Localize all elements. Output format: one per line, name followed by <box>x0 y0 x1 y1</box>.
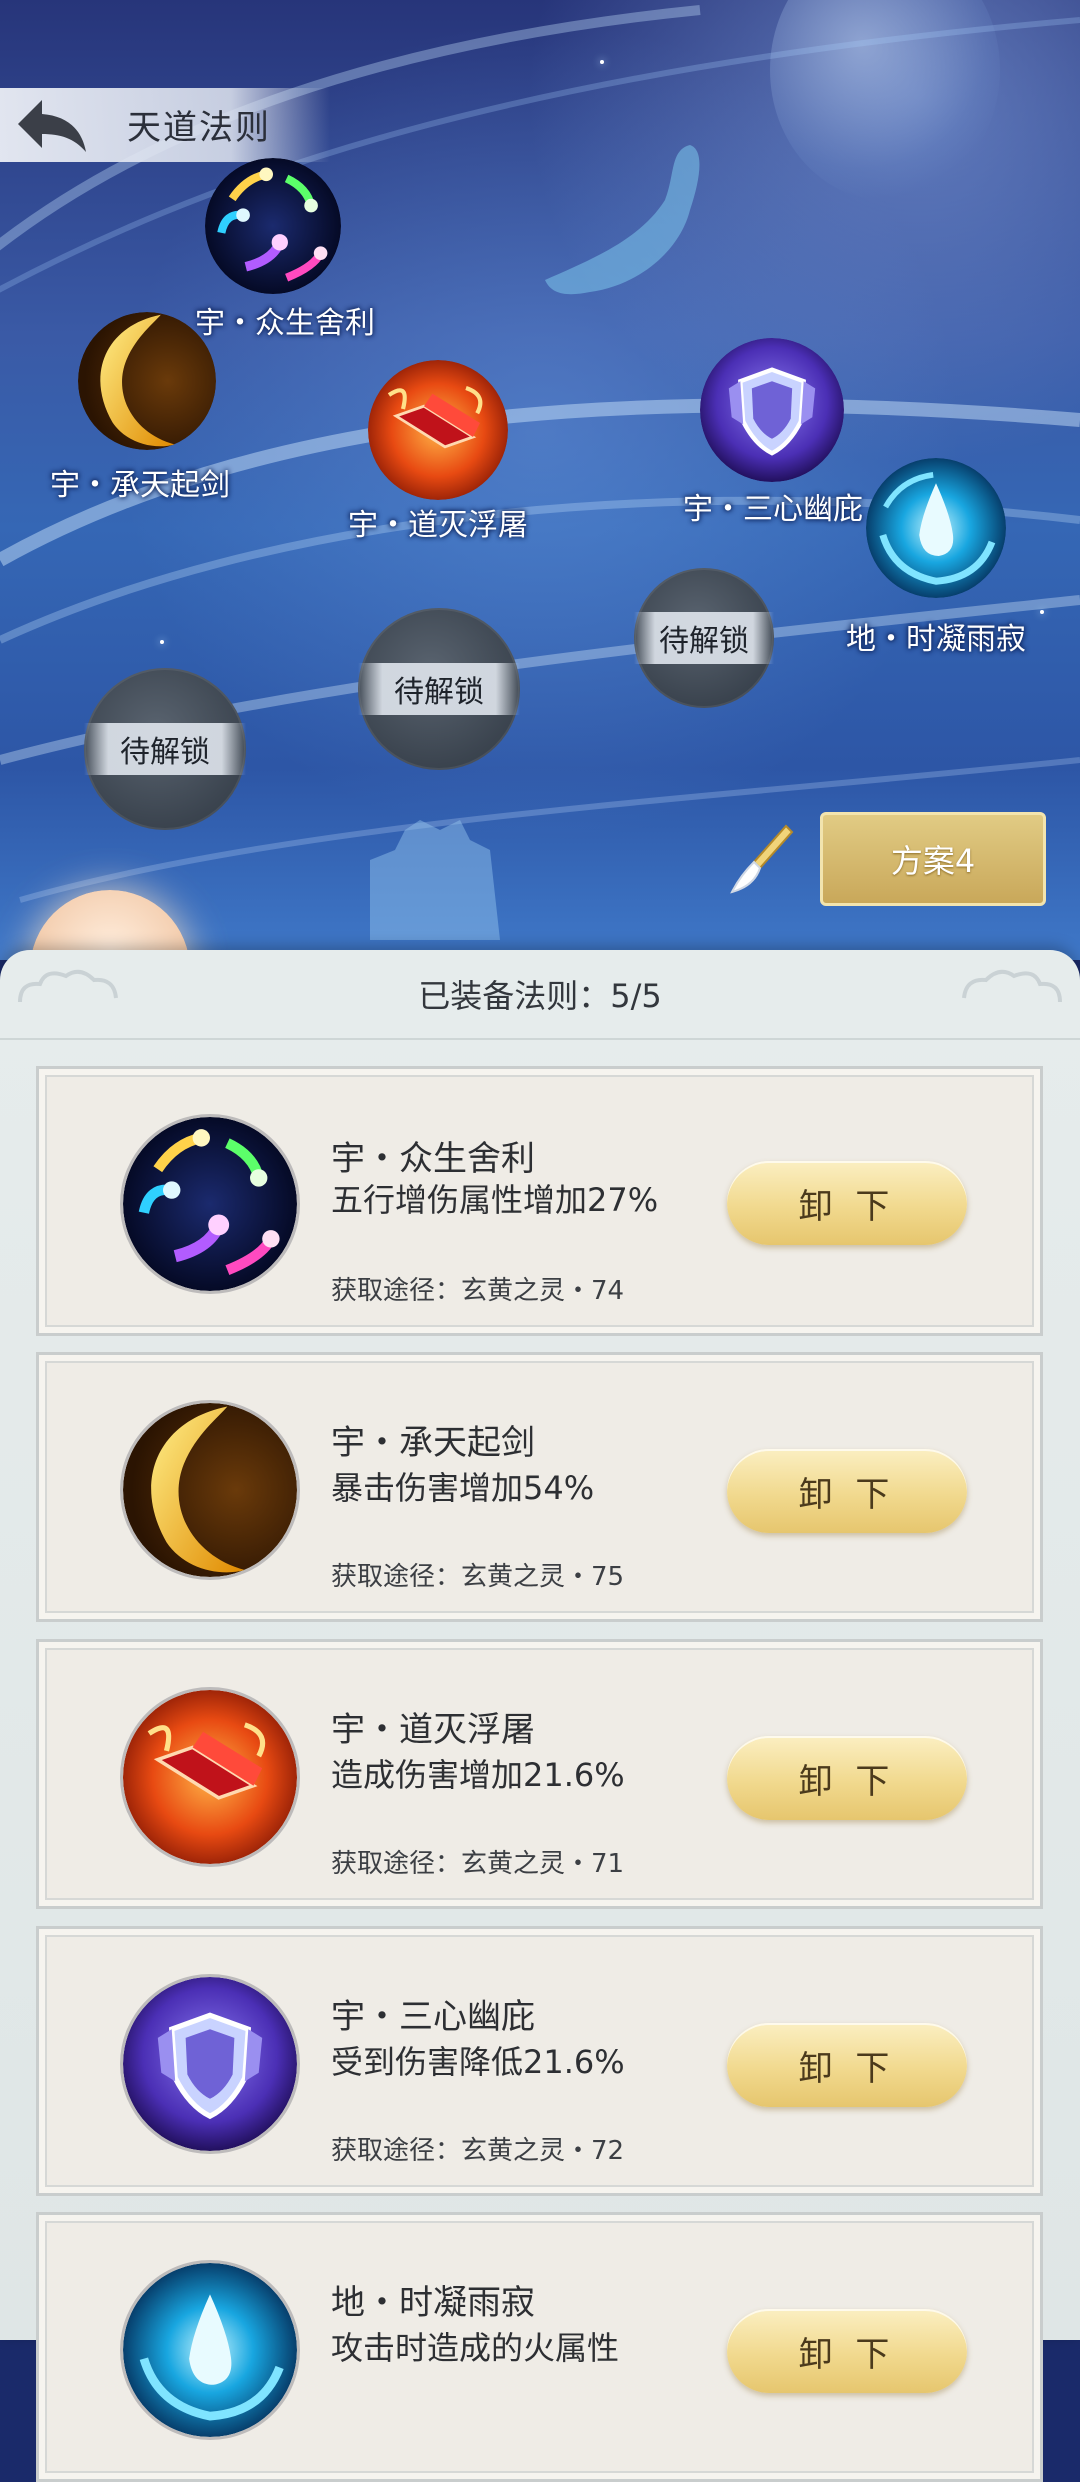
rule-name: 宇・三心幽庇 <box>331 1997 535 2037</box>
rule-source: 获取途径：玄黄之灵・74 <box>331 1276 625 1306</box>
rule-node-2[interactable] <box>78 312 216 450</box>
locked-node-2[interactable]: 待解锁 <box>358 608 520 770</box>
rule-node-label-1: 宇・众生舍利 <box>195 306 375 341</box>
locked-node-label: 待解锁 <box>358 663 520 715</box>
rule-card-2: 宇・承天起剑 暴击伤害增加54% 获取途径：玄黄之灵・75 卸 下 <box>36 1352 1043 1622</box>
page-title: 天道法则 <box>127 108 271 148</box>
rule-name: 地・时凝雨寂 <box>331 2283 535 2323</box>
comet-orbs-icon <box>205 158 341 294</box>
unequip-button[interactable]: 卸 下 <box>727 1449 967 1533</box>
equipped-count: 已装备法则：5/5 <box>0 950 1080 1040</box>
unequip-button[interactable]: 卸 下 <box>727 2309 967 2393</box>
rule-card-1: 宇・众生舍利 五行增伤属性增加27% 获取途径：玄黄之灵・74 卸 下 <box>36 1066 1043 1336</box>
rule-node-label-3: 宇・道灭浮屠 <box>348 508 528 543</box>
locked-node-label: 待解锁 <box>634 612 774 664</box>
rule-name: 宇・众生舍利 <box>331 1139 535 1179</box>
water-drop-swirl-icon <box>866 458 1006 598</box>
plan-button[interactable]: 方案4 <box>820 812 1046 906</box>
rule-card-3: 宇・道灭浮屠 造成伤害增加21.6% 获取途径：玄黄之灵・71 卸 下 <box>36 1639 1043 1909</box>
violet-shield-icon <box>700 338 844 482</box>
comet-orbs-icon <box>123 1117 297 1291</box>
red-crystal-icon <box>368 360 508 500</box>
rule-card-5: 地・时凝雨寂 攻击时造成的火属性 卸 下 <box>36 2212 1043 2482</box>
rule-node-label-4: 宇・三心幽庇 <box>683 492 863 527</box>
rule-node-3[interactable] <box>368 360 508 500</box>
rule-effect: 受到伤害降低21.6% <box>331 2043 625 2081</box>
unequip-button[interactable]: 卸 下 <box>727 2023 967 2107</box>
rule-source: 获取途径：玄黄之灵・72 <box>331 2136 625 2166</box>
violet-shield-icon <box>123 1977 297 2151</box>
rule-effect: 五行增伤属性增加27% <box>331 1181 659 1219</box>
water-drop-swirl-icon <box>123 2263 297 2437</box>
rule-node-5[interactable] <box>866 458 1006 598</box>
rule-effect: 暴击伤害增加54% <box>331 1469 595 1507</box>
unequip-button[interactable]: 卸 下 <box>727 1161 967 1245</box>
rule-node-label-5: 地・时凝雨寂 <box>846 622 1026 657</box>
rule-node-label-2: 宇・承天起剑 <box>50 468 230 503</box>
rule-node-4[interactable] <box>700 338 844 482</box>
golden-crescent-icon <box>78 312 216 450</box>
rule-source: 获取途径：玄黄之灵・75 <box>331 1562 625 1592</box>
rule-name: 宇・道灭浮屠 <box>331 1710 535 1750</box>
locked-node-1[interactable]: 待解锁 <box>634 568 774 708</box>
rule-node-1[interactable] <box>205 158 341 294</box>
rule-card-4: 宇・三心幽庇 受到伤害降低21.6% 获取途径：玄黄之灵・72 卸 下 <box>36 1926 1043 2196</box>
locked-node-3[interactable]: 待解锁 <box>84 668 246 830</box>
back-arrow-icon[interactable] <box>12 94 92 156</box>
unequip-button[interactable]: 卸 下 <box>727 1736 967 1820</box>
red-crystal-icon <box>123 1690 297 1864</box>
paintbrush-icon[interactable] <box>726 820 796 900</box>
golden-crescent-icon <box>123 1403 297 1577</box>
rule-source: 获取途径：玄黄之灵・71 <box>331 1849 625 1879</box>
rule-name: 宇・承天起剑 <box>331 1423 535 1463</box>
rule-effect: 攻击时造成的火属性 <box>331 2329 620 2367</box>
rule-effect: 造成伤害增加21.6% <box>331 1756 625 1794</box>
locked-node-label: 待解锁 <box>84 723 246 775</box>
